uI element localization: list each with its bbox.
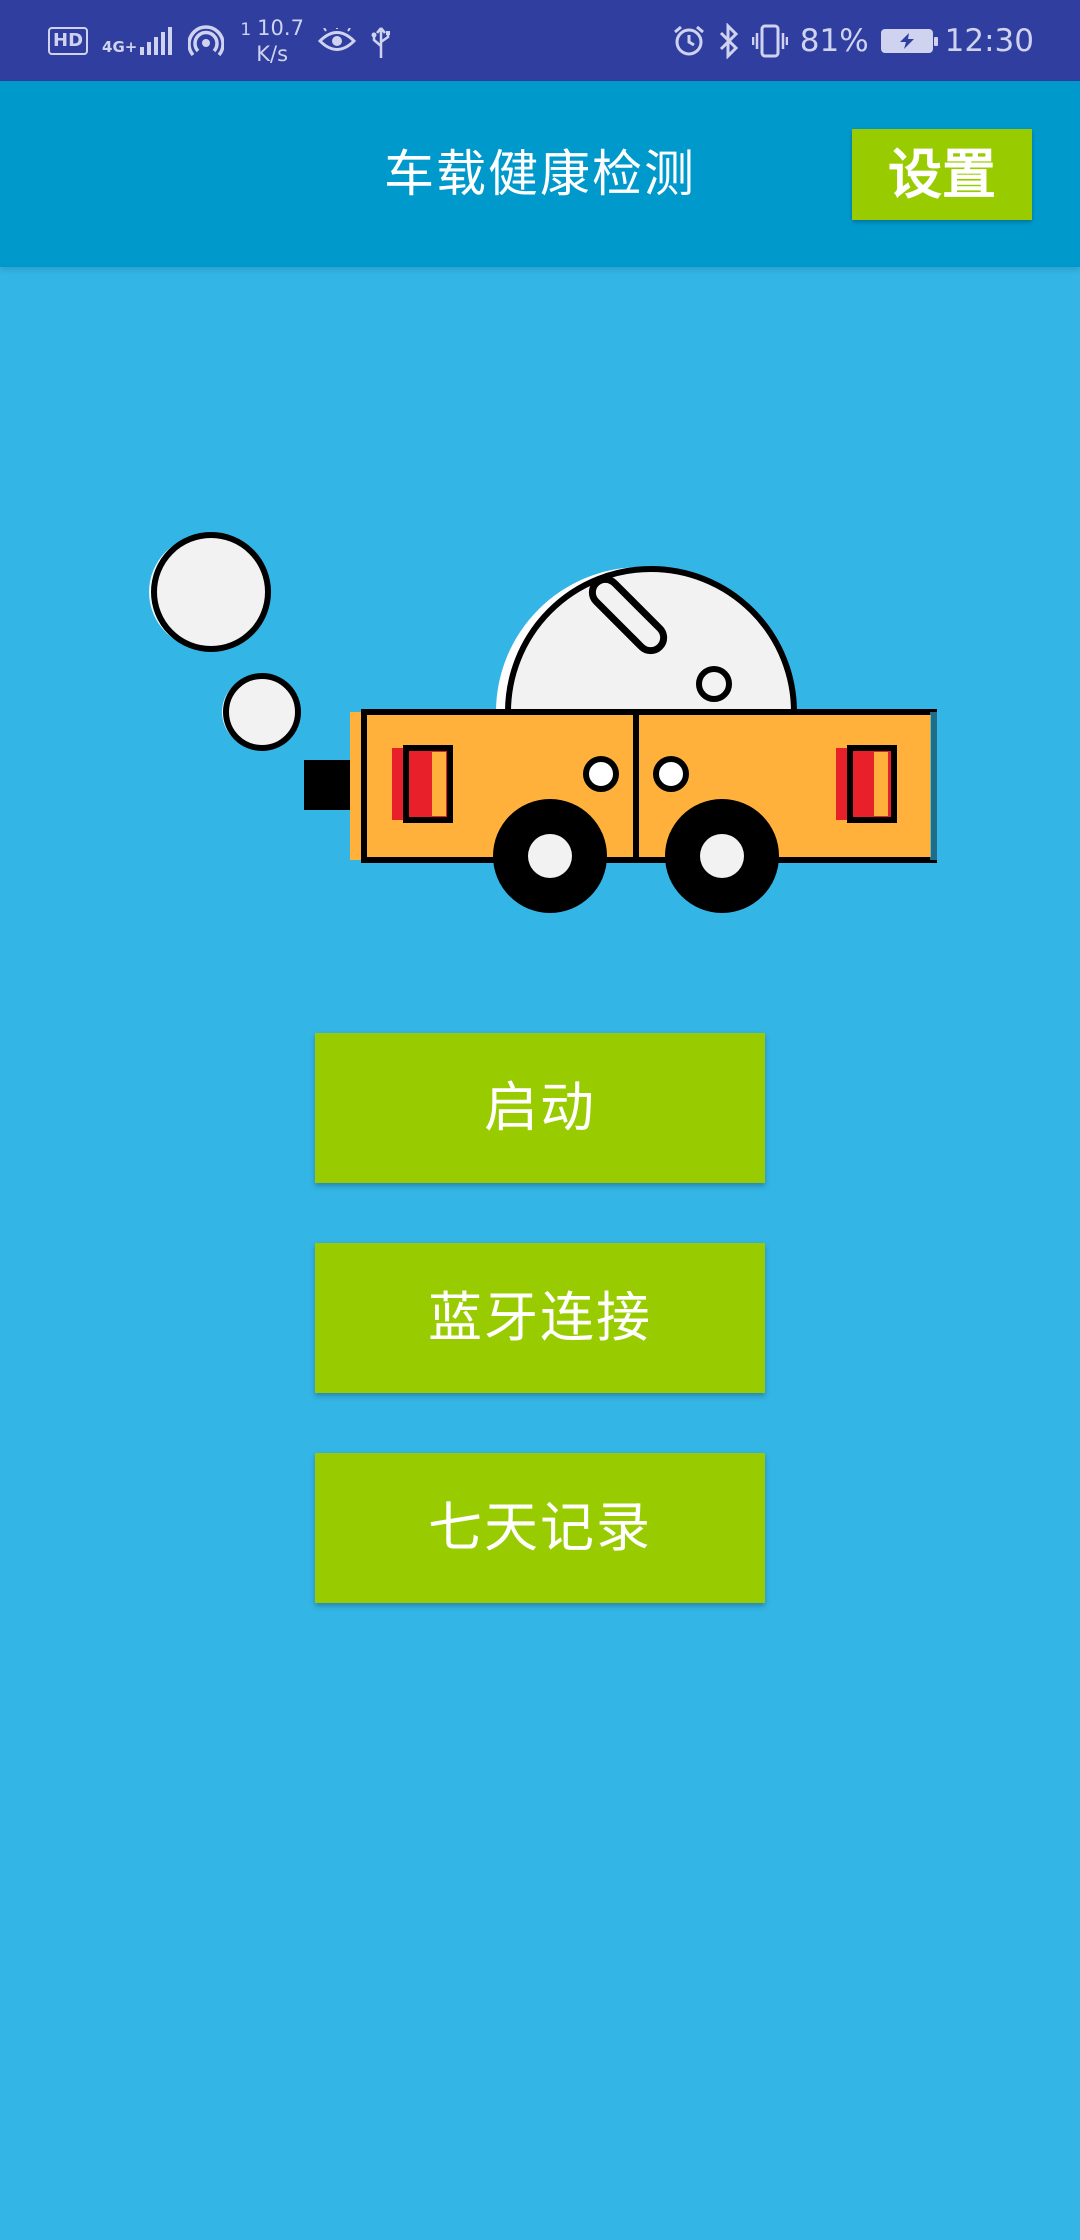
hd-badge: HD — [48, 26, 89, 55]
exhaust-bubble-small — [222, 673, 301, 751]
vibrate-icon — [751, 24, 788, 58]
network-speed: 1 10.7 K/s — [240, 16, 304, 66]
usb-icon — [370, 24, 392, 58]
settings-button[interactable]: 设置 — [852, 129, 1032, 220]
signal-icon: 4G+ — [102, 26, 174, 56]
car-wheel-right — [665, 799, 779, 913]
exhaust-bubble-large — [149, 532, 271, 652]
car-illustration — [149, 532, 940, 913]
clock: 12:30 — [944, 22, 1034, 59]
seven-day-records-button[interactable]: 七天记录 — [315, 1453, 765, 1603]
hotspot-icon — [188, 23, 225, 59]
speed-unit: K/s — [256, 41, 289, 66]
speed-value: 10.7 — [257, 15, 304, 40]
status-bar-right: 81% 12:30 — [672, 0, 1034, 81]
app-bar: 车载健康检测 设置 — [0, 81, 1080, 267]
speed-prefix: 1 — [240, 19, 252, 40]
status-bar: HD 4G+ 1 10.7 K/s 81% 12:30 — [0, 0, 1080, 81]
car-body — [350, 709, 940, 863]
battery-percent: 81% — [799, 22, 869, 59]
status-bar-left: HD 4G+ 1 10.7 K/s — [48, 0, 392, 81]
bluetooth-icon — [718, 22, 740, 59]
start-button[interactable]: 启动 — [315, 1033, 765, 1183]
car-dome — [496, 566, 797, 713]
eye-icon — [317, 27, 356, 54]
car-wheel-left — [493, 799, 607, 913]
bluetooth-connect-button[interactable]: 蓝牙连接 — [315, 1243, 765, 1393]
network-type: 4G+ — [102, 37, 138, 56]
alarm-icon — [672, 24, 706, 58]
battery-charging-icon — [880, 28, 938, 53]
